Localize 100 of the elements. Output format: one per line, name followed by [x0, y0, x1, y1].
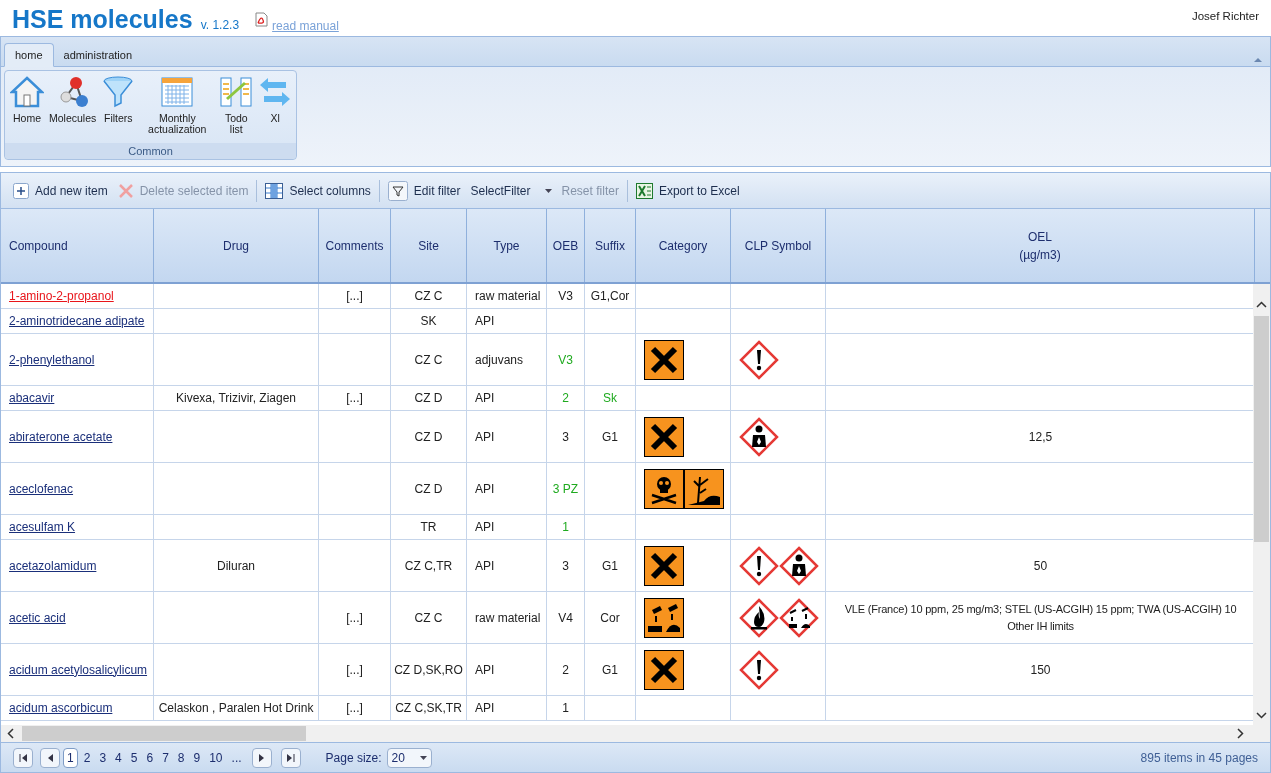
last-page-button[interactable] — [280, 747, 301, 768]
drug-name: Celaskon , Paralen Hot Drink — [158, 700, 314, 717]
column-header[interactable]: Comments — [319, 209, 391, 282]
drug-name: Kivexa, Trizivir, Ziagen — [175, 390, 296, 407]
page-link[interactable]: 8 — [174, 747, 188, 768]
page-link[interactable]: 2 — [80, 747, 94, 768]
column-header[interactable]: Drug — [154, 209, 319, 282]
hazard-symbol — [644, 597, 684, 638]
page-link[interactable]: 9 — [190, 747, 204, 768]
oeb-value: 3 — [562, 557, 569, 575]
pdf-icon — [255, 12, 269, 27]
column-header[interactable]: Category — [636, 209, 731, 282]
type-label: API — [475, 519, 495, 536]
chevron-down-icon[interactable] — [1256, 712, 1267, 719]
ghs-pictogram — [739, 597, 779, 638]
toolbar-button[interactable]: Export to Excel — [633, 181, 742, 200]
ghs-pictogram — [779, 545, 819, 586]
page-size-select[interactable]: 20 — [386, 747, 432, 768]
ribbon-tab[interactable]: home — [4, 43, 54, 67]
suffix-value: G1,Cor — [590, 288, 630, 305]
column-header[interactable]: Type — [467, 209, 547, 282]
oeb-value: 1 — [562, 519, 569, 536]
ghs-pictogram — [739, 416, 779, 457]
caret-icon — [419, 755, 427, 760]
compound-link[interactable]: abiraterone acetate — [9, 427, 113, 446]
column-header[interactable]: Site — [391, 209, 467, 282]
page-link[interactable]: 7 — [159, 747, 172, 768]
page-link[interactable]: 3 — [96, 747, 110, 768]
oel-value: 12,5 — [1028, 428, 1053, 446]
oel-value: 50 — [1033, 557, 1048, 575]
suffix-value: G1 — [602, 428, 618, 446]
toolbar-button[interactable]: SelectFilter — [468, 181, 554, 200]
items-summary: 895 items in 45 pages — [1140, 749, 1258, 767]
compound-link[interactable]: 2-phenylethanol — [9, 350, 95, 369]
oeb-value: V4 — [558, 609, 573, 627]
compound-link[interactable]: acidum acetylosalicylicum — [9, 660, 148, 679]
scroll-thumb[interactable] — [1254, 316, 1269, 542]
type-label: API — [475, 661, 495, 679]
compound-link[interactable]: abacavir — [9, 389, 55, 407]
toolbar-button[interactable]: Select columns — [263, 181, 373, 200]
version-label: v. 1.2.3 — [200, 17, 240, 34]
hazard-symbol — [684, 468, 724, 509]
toolbar-button[interactable]: Add new item — [11, 181, 110, 200]
first-page-button[interactable] — [13, 747, 33, 768]
page-link[interactable]: ... — [228, 747, 245, 768]
compound-link[interactable]: acesulfam K — [9, 518, 76, 536]
plus-icon — [13, 182, 29, 199]
vertical-scrollbar[interactable] — [1253, 284, 1270, 725]
site-code: SK — [420, 313, 437, 330]
oel-value: VLE (France) 10 ppm, 25 mg/m3; STEL (US-ACGIH) 15 ppm; TWA (US-ACGIH) 10 — [844, 602, 1237, 617]
chevron-left-icon[interactable] — [7, 728, 14, 739]
compound-link[interactable]: 1-amino-2-propanol — [9, 287, 114, 305]
horizontal-scrollbar[interactable] — [1, 725, 1270, 742]
next-icon — [258, 753, 265, 762]
ribbon-button[interactable]: Xl — [257, 75, 294, 124]
compound-link[interactable]: aceclofenac — [9, 479, 74, 498]
site-code: TR — [420, 519, 437, 536]
hazard-symbol — [644, 468, 684, 509]
suffix-value: G1 — [602, 661, 618, 679]
page-link[interactable]: 10 — [206, 747, 226, 768]
page-link[interactable]: 6 — [143, 747, 157, 768]
column-header[interactable]: Suffix — [585, 209, 636, 282]
ribbon-button[interactable]: Home — [9, 75, 45, 124]
hazard-symbol — [644, 416, 684, 457]
spreadsheet-icon — [635, 182, 653, 199]
site-code: CZ C — [414, 609, 443, 627]
collapse-caret-icon[interactable] — [1254, 57, 1262, 62]
scroll-thumb[interactable] — [22, 726, 306, 741]
compound-link[interactable]: acetazolamidum — [9, 556, 97, 575]
ghs-pictogram — [739, 649, 779, 690]
ribbon-button[interactable]: Filters — [100, 75, 137, 124]
page-link[interactable]: 1 — [63, 747, 78, 768]
next-page-button[interactable] — [251, 747, 272, 768]
ghs-pictogram — [739, 545, 779, 586]
hazard-symbol — [644, 339, 684, 380]
column-header[interactable]: OEB — [547, 209, 585, 282]
oeb-value: 3 — [562, 428, 569, 446]
ribbon-button[interactable]: Monthly actualization — [139, 75, 216, 135]
ghs-pictogram — [779, 597, 819, 638]
site-code: CZ C,TR — [404, 557, 453, 575]
column-header[interactable]: OEL (µg/m3) — [826, 209, 1255, 282]
chevron-up-icon[interactable] — [1256, 301, 1267, 308]
cross-icon — [117, 182, 134, 199]
column-header[interactable]: Compound — [1, 209, 154, 282]
column-header[interactable]: CLP Symbol — [731, 209, 826, 282]
type-label: API — [475, 313, 495, 330]
compound-link[interactable]: acidum ascorbicum — [9, 699, 113, 717]
previous-page-button[interactable] — [40, 747, 60, 768]
house-icon — [10, 75, 44, 109]
toolbar-button[interactable]: Edit filter — [385, 180, 463, 201]
funnel-icon — [101, 75, 136, 109]
site-code: CZ C,SK,TR — [395, 700, 462, 717]
chevron-right-icon[interactable] — [1237, 728, 1244, 739]
page-link[interactable]: 4 — [112, 747, 125, 768]
compound-link[interactable]: 2-aminotridecane adipate — [9, 312, 145, 330]
compound-link[interactable]: acetic acid — [9, 608, 66, 627]
page-link[interactable]: 5 — [127, 747, 141, 768]
ribbon-button[interactable]: Todo list — [218, 75, 255, 135]
ribbon-button[interactable]: Molecules — [48, 75, 98, 124]
ribbon-tab[interactable]: administration — [53, 43, 142, 67]
